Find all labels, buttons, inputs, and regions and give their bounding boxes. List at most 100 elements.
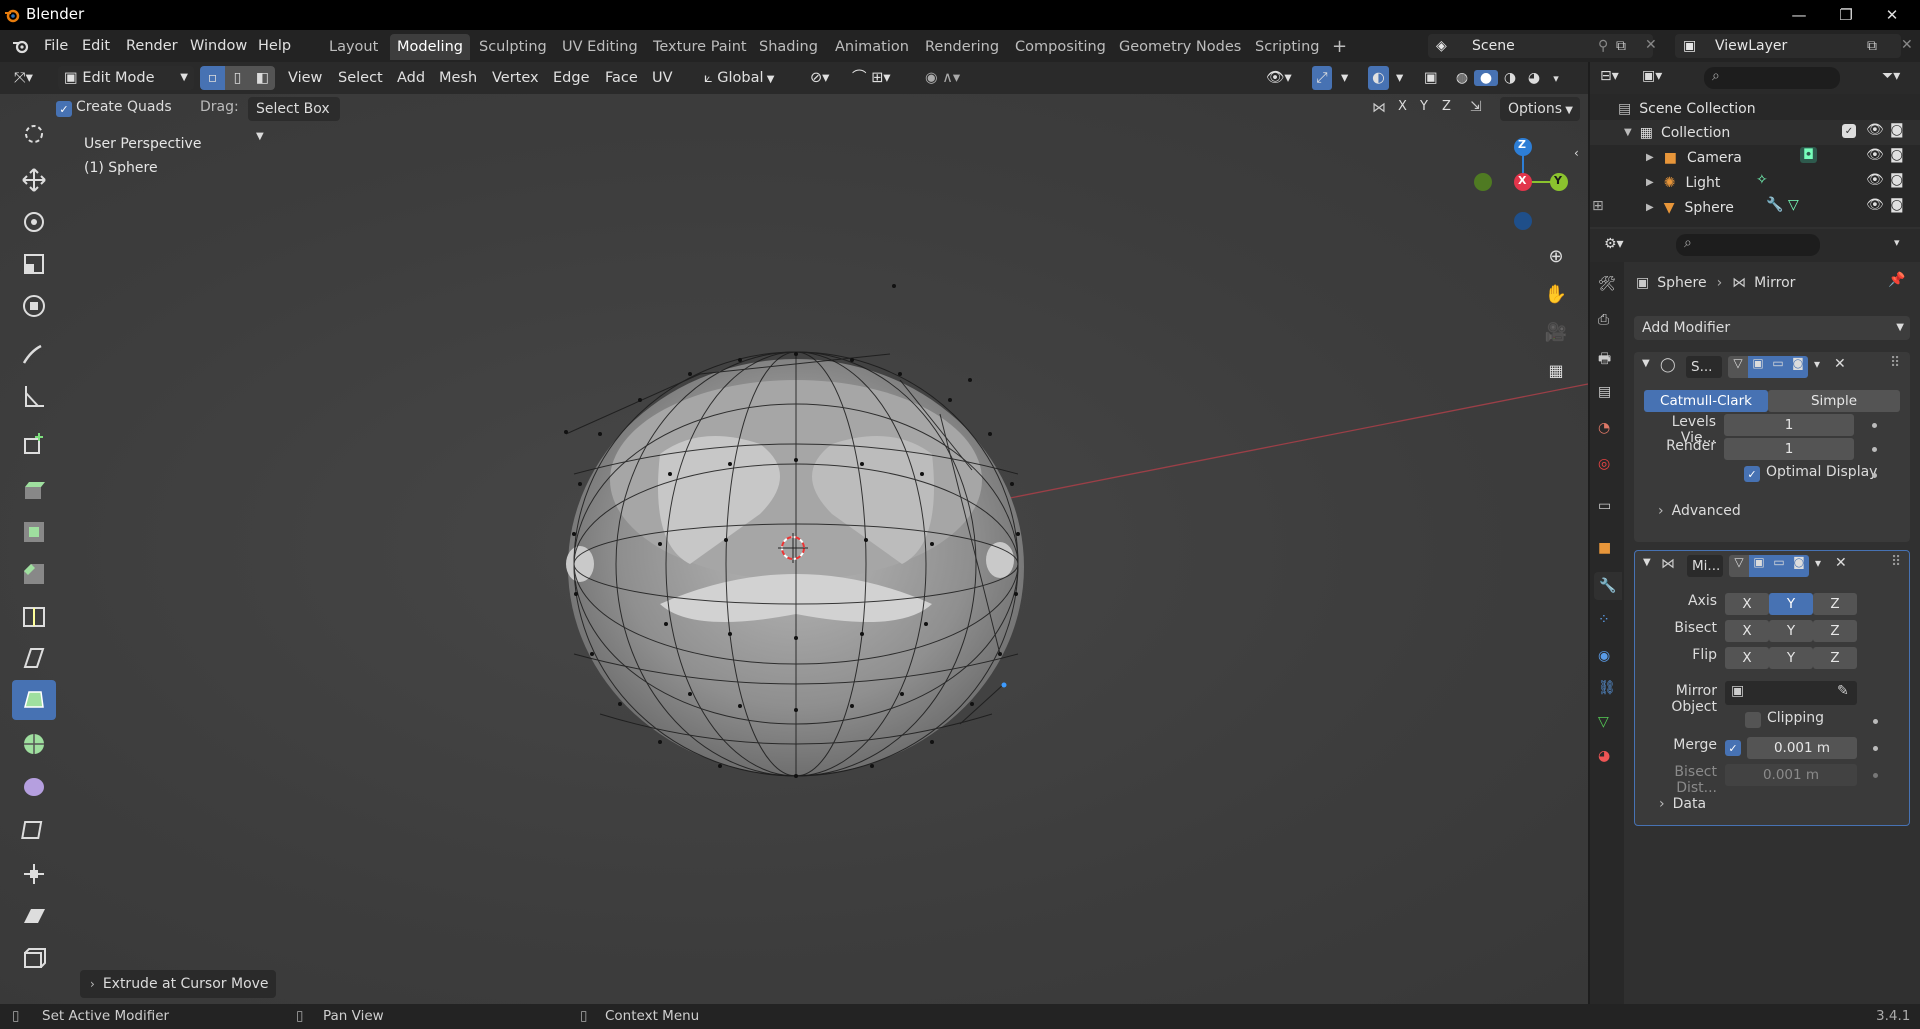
render-toggle-icon[interactable]: ◙	[1788, 356, 1808, 378]
pin-icon[interactable]: 📌	[1888, 272, 1905, 288]
inset-faces-tool-icon[interactable]	[12, 512, 56, 552]
material-shading-icon[interactable]: ◑	[1498, 70, 1522, 86]
outliner-row-sphere[interactable]: ▶ ▼ Sphere 🔧 ▽ 👁 ◙	[1590, 195, 1920, 220]
mirror-x-toggle[interactable]: X	[1398, 99, 1407, 114]
remove-scene-icon[interactable]: ✕	[1645, 37, 1657, 53]
navigation-gizmo[interactable]: Z X Y	[1470, 134, 1580, 244]
rip-region-tool-icon[interactable]	[12, 938, 56, 978]
mode-dropdown[interactable]: ▣ Edit Mode ▼	[58, 66, 194, 90]
display-mode-icon[interactable]: ▣▾	[1642, 68, 1662, 84]
output-tab-icon[interactable]: 🖶	[1598, 348, 1611, 372]
object-tab-icon[interactable]: ■	[1598, 540, 1611, 556]
keyframe-dot[interactable]	[1872, 423, 1877, 428]
edge-select-icon[interactable]: ▯	[225, 66, 250, 90]
ortho-grid-icon[interactable]: ▦	[1542, 356, 1570, 384]
keyframe-dot[interactable]	[1872, 473, 1877, 478]
tab-geometry-nodes[interactable]: Geometry Nodes	[1112, 34, 1248, 60]
expand-icon[interactable]: ▼	[1624, 127, 1632, 138]
advanced-subpanel-header[interactable]: › Advanced	[1644, 498, 1900, 524]
tool-tab-icon[interactable]: 🛠	[1598, 276, 1616, 292]
sidebar-toggle-icon[interactable]: ‹	[1574, 146, 1579, 160]
delete-modifier-icon[interactable]: ✕	[1834, 356, 1846, 372]
edit-cage-icon[interactable]: ▽	[1729, 555, 1749, 577]
edit-mode-toggle-icon[interactable]: ▣	[1749, 555, 1769, 577]
add-cube-tool-icon[interactable]	[12, 424, 56, 464]
clipping-checkbox[interactable]	[1745, 712, 1761, 728]
collapse-icon[interactable]: ▼	[1643, 557, 1651, 568]
knife-tool-icon[interactable]	[12, 638, 56, 678]
face-select-icon[interactable]: ◧	[250, 66, 275, 90]
render-levels-field[interactable]: 1	[1724, 438, 1854, 460]
axis-y-toggle[interactable]: Y	[1769, 593, 1813, 615]
wireframe-shading-icon[interactable]: ◍	[1450, 70, 1474, 86]
outliner-sync-icon[interactable]: ⊞	[1592, 198, 1604, 214]
auto-merge-icon[interactable]: ⇲	[1470, 99, 1482, 115]
render-camera-icon[interactable]: ◙	[1890, 147, 1904, 163]
new-view-layer-icon[interactable]: ⧉	[1867, 34, 1877, 58]
view-layer-tab-icon[interactable]: ▤	[1598, 384, 1611, 400]
delete-modifier-icon[interactable]: ✕	[1835, 555, 1847, 571]
modifier-menu-icon[interactable]: ▾	[1815, 556, 1821, 570]
merge-distance-field[interactable]: 0.001 m	[1747, 737, 1857, 759]
visibility-eye-icon[interactable]: 👁	[1866, 197, 1884, 213]
tab-layout[interactable]: Layout	[322, 34, 385, 60]
edit-cage-icon[interactable]: ▽	[1728, 356, 1748, 378]
menu-vertex[interactable]: Vertex	[492, 66, 539, 90]
expand-icon[interactable]: ▶	[1646, 202, 1654, 213]
flip-z-toggle[interactable]: Z	[1813, 647, 1857, 669]
scale-tool-icon[interactable]	[12, 244, 56, 284]
tab-modeling[interactable]: Modeling	[390, 34, 470, 60]
camera-data-icon[interactable]: ◘	[1800, 147, 1818, 163]
rotate-tool-icon[interactable]	[12, 202, 56, 242]
pivot-icon[interactable]: ⊘▾	[810, 66, 829, 90]
gizmo-dropdown-icon[interactable]: ▾	[1341, 66, 1348, 90]
outliner-row-camera[interactable]: ▶ ■ Camera ◘ 👁 ◙	[1590, 145, 1920, 170]
mirror-object-field[interactable]: ▣ ✎	[1725, 681, 1857, 705]
view-layer-selector[interactable]: ▣ ViewLayer ⧉	[1675, 34, 1901, 58]
visibility-eye-icon[interactable]: 👁	[1866, 122, 1884, 138]
material-tab-icon[interactable]: ◕	[1598, 748, 1610, 764]
mesh-data-icon[interactable]: ▽	[1788, 197, 1799, 213]
edge-slide-tool-icon[interactable]	[12, 810, 56, 850]
mirror-name-field[interactable]: Mi...	[1687, 555, 1723, 577]
collapse-icon[interactable]: ▼	[1642, 358, 1650, 369]
close-window-button[interactable]: ✕	[1864, 0, 1920, 30]
bisect-y-toggle[interactable]: Y	[1769, 620, 1813, 642]
drag-handle-icon[interactable]: ⠿	[1890, 355, 1900, 371]
outliner-row-light[interactable]: ▶ ✺ Light ✧ 👁 ◙	[1590, 170, 1920, 195]
eyedropper-icon[interactable]: ✎	[1837, 683, 1849, 699]
optimal-display-checkbox[interactable]: ✓	[1744, 466, 1760, 482]
camera-view-icon[interactable]: 🎥	[1542, 318, 1570, 346]
shading-dropdown-icon[interactable]: ▾	[1546, 72, 1566, 85]
annotate-tool-icon[interactable]	[12, 334, 56, 374]
viewport-toggle-icon[interactable]: ▭	[1768, 356, 1788, 378]
overlay-toggle-icon[interactable]: ◐	[1368, 66, 1389, 90]
subsurf-name-field[interactable]: S...	[1686, 356, 1722, 378]
data-subpanel-header[interactable]: › Data	[1645, 791, 1901, 817]
modifier-menu-icon[interactable]: ▾	[1814, 357, 1820, 371]
flip-y-toggle[interactable]: Y	[1769, 647, 1813, 669]
editor-type-icon[interactable]: ⤧▾	[14, 66, 33, 90]
rendered-shading-icon[interactable]: ◕	[1522, 70, 1546, 86]
render-camera-icon[interactable]: ◙	[1890, 172, 1904, 188]
tab-compositing[interactable]: Compositing	[1008, 34, 1113, 60]
pan-hand-icon[interactable]: ✋	[1542, 280, 1570, 308]
options-dropdown[interactable]: Options ▼	[1500, 97, 1580, 121]
simple-button[interactable]: Simple	[1768, 390, 1900, 412]
menu-face[interactable]: Face	[605, 66, 638, 90]
smooth-tool-icon[interactable]	[12, 766, 56, 806]
tab-texture-paint[interactable]: Texture Paint	[646, 34, 754, 60]
modifier-tab-icon[interactable]: 🔧	[1594, 572, 1622, 600]
tab-rendering[interactable]: Rendering	[918, 34, 1006, 60]
xray-icon[interactable]: ▣	[1424, 66, 1438, 90]
menu-add[interactable]: Add	[397, 66, 425, 90]
vertex-select-icon[interactable]: ▫	[200, 66, 225, 90]
drag-handle-icon[interactable]: ⠿	[1891, 554, 1901, 570]
last-operator-panel[interactable]: › Extrude at Cursor Move	[80, 970, 276, 998]
mirror-z-toggle[interactable]: Z	[1442, 99, 1451, 114]
new-scene-icon[interactable]: ⧉	[1616, 38, 1626, 54]
levels-viewport-field[interactable]: 1	[1724, 414, 1854, 436]
edit-mode-toggle-icon[interactable]: ▣	[1748, 356, 1768, 378]
shear-tool-icon[interactable]	[12, 896, 56, 936]
axis-z-toggle[interactable]: Z	[1813, 593, 1857, 615]
